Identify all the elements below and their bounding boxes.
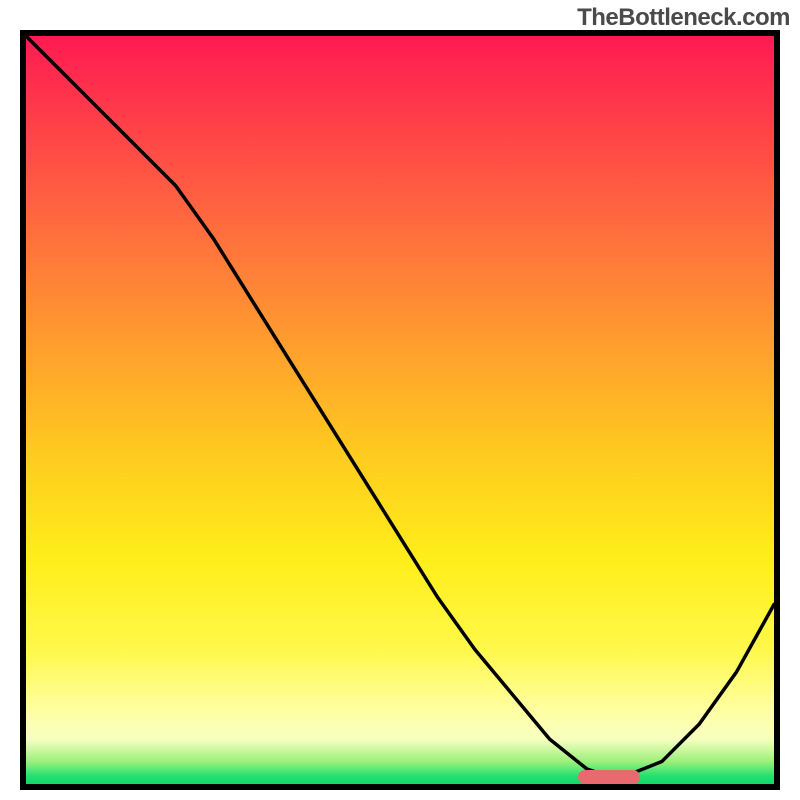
chart-plot-area — [20, 30, 780, 790]
chart-curve-svg — [26, 36, 774, 784]
watermark-text: TheBottleneck.com — [577, 4, 790, 32]
optimal-point-marker — [578, 770, 640, 784]
bottleneck-curve-path — [26, 36, 774, 777]
